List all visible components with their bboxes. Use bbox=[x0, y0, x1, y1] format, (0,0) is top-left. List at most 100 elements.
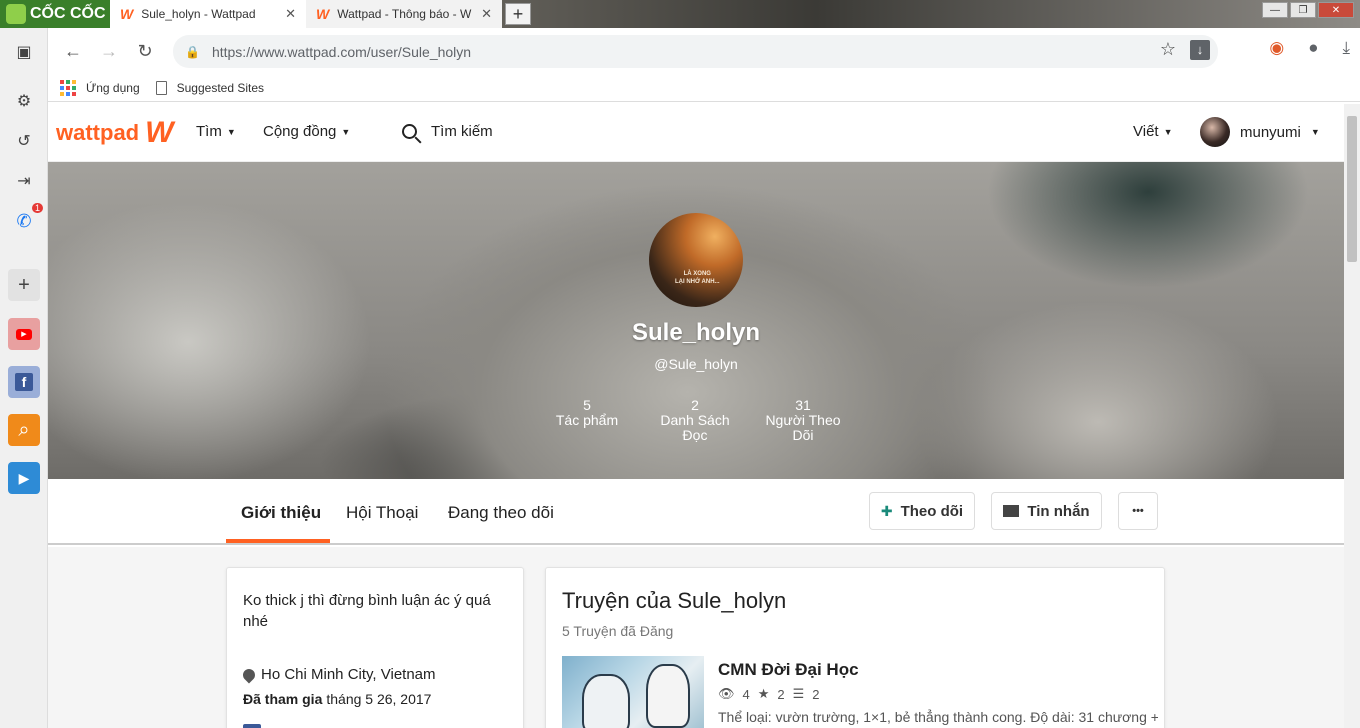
coccoc-search-icon[interactable]: ⌕ bbox=[8, 414, 40, 446]
joined-value: tháng 5 26, 2017 bbox=[326, 691, 432, 707]
about-card: Ko thick j thì đừng bình luận ác ý quá n… bbox=[226, 567, 524, 728]
history-icon[interactable]: ↺ bbox=[8, 125, 40, 157]
facebook-icon[interactable] bbox=[243, 724, 261, 728]
messenger-badge: 1 bbox=[31, 203, 43, 213]
stories-count: 5 Truyện đã Đăng bbox=[562, 623, 674, 639]
list-icon: ☰ bbox=[792, 686, 805, 701]
stat-works[interactable]: 5 Tác phẩm bbox=[537, 398, 637, 428]
restore-button[interactable]: ❐ bbox=[1290, 2, 1316, 18]
nav-community[interactable]: Cộng đồng ▼ bbox=[263, 123, 350, 140]
minimize-button[interactable]: — bbox=[1262, 2, 1288, 18]
reads-icon: 👁 bbox=[718, 686, 735, 701]
save-page-icon[interactable]: ↓ bbox=[1190, 39, 1210, 60]
bookmark-apps[interactable]: Ứng dụng bbox=[86, 81, 140, 95]
profile-avatar[interactable]: LÀ XONG LẠI NHỚ ANH... bbox=[649, 213, 743, 307]
location-text: Ho Chi Minh City, Vietnam bbox=[261, 666, 436, 683]
stat-value: 31 bbox=[795, 397, 811, 413]
chevron-down-icon: ▼ bbox=[226, 126, 236, 137]
forward-icon[interactable]: → bbox=[93, 35, 125, 67]
media-player-icon[interactable]: ▶ bbox=[8, 462, 40, 494]
stat-label: Danh Sách Đọc bbox=[660, 412, 730, 443]
tab-conversations[interactable]: Hội Thoại bbox=[346, 503, 418, 523]
tab-thong-bao[interactable]: W Wattpad - Thông báo - W ✕ bbox=[306, 0, 502, 28]
coccoc-extension-icon[interactable]: ◉ bbox=[1269, 38, 1284, 58]
username-label: munyumi bbox=[1240, 123, 1301, 141]
story-description: Thể loại: vườn trường, 1×1, bẻ thẳng thà… bbox=[718, 709, 1158, 725]
chevron-down-icon: ▼ bbox=[341, 126, 351, 137]
nav-search[interactable]: Tìm kiếm bbox=[402, 123, 493, 140]
back-icon[interactable]: ← bbox=[57, 35, 89, 67]
youtube-icon[interactable]: ▶ bbox=[8, 318, 40, 350]
location-pin-icon bbox=[240, 666, 258, 683]
browser-sidebar: ▣ ⚙ ↺ ⇥ ✆ 1 + ▶ f ⌕ ▶ bbox=[0, 28, 48, 728]
follow-button[interactable]: ✚ Theo dõi bbox=[869, 492, 975, 530]
bookmark-star-icon[interactable]: ☆ bbox=[1160, 39, 1176, 60]
stories-title: Truyện của Sule_holyn bbox=[562, 588, 787, 613]
bookmark-suggested-sites[interactable]: Suggested Sites bbox=[177, 81, 264, 95]
nav-browse-label: Tìm bbox=[196, 123, 222, 140]
address-toolbar: ← → ↻ 🔒 https://www.wattpad.com/user/Sul… bbox=[48, 28, 1360, 74]
page-scrollbar[interactable] bbox=[1344, 104, 1360, 728]
downloads-icon[interactable]: ⤓ bbox=[1342, 38, 1350, 58]
window-controls: — ❐ ✕ bbox=[1262, 2, 1354, 18]
follow-label: Theo dõi bbox=[900, 502, 964, 520]
apps-grid-icon bbox=[60, 79, 76, 96]
story-cover-image[interactable] bbox=[562, 656, 704, 728]
wattpad-w-icon: W bbox=[145, 116, 174, 149]
login-icon[interactable]: ⇥ bbox=[8, 165, 40, 197]
coccoc-logo[interactable]: CỐC CỐC bbox=[0, 0, 110, 28]
stat-value: 5 bbox=[583, 397, 591, 413]
facebook-icon[interactable]: f bbox=[8, 366, 40, 398]
address-bar[interactable]: 🔒 https://www.wattpad.com/user/Sule_holy… bbox=[173, 35, 1218, 68]
parts-count: 2 bbox=[812, 686, 820, 702]
profile-name: Sule_holyn bbox=[631, 319, 761, 346]
joined-date: Đã tham gia tháng 5 26, 2017 bbox=[243, 691, 431, 707]
user-menu[interactable]: munyumi ▼ bbox=[1200, 117, 1320, 147]
wattpad-header: wattpad W Tìm ▼ Cộng đồng ▼ Tìm kiếm Viết ▼… bbox=[48, 104, 1344, 162]
stat-reading-lists[interactable]: 2 Danh Sách Đọc bbox=[645, 398, 745, 443]
reload-icon[interactable]: ↻ bbox=[129, 35, 161, 67]
reads-count: 4 bbox=[742, 686, 750, 702]
bookmarks-bar: Ứng dụng Suggested Sites bbox=[48, 74, 1360, 102]
close-window-button[interactable]: ✕ bbox=[1318, 2, 1354, 18]
tab-strip: CỐC CỐC W Sule_holyn - Wattpad ✕ W Wattp… bbox=[0, 0, 1360, 28]
scrollbar-thumb[interactable] bbox=[1347, 116, 1357, 262]
tab-title: Sule_holyn - Wattpad bbox=[141, 7, 256, 21]
tab-close-icon[interactable]: ✕ bbox=[481, 6, 492, 22]
cover-figure bbox=[646, 664, 690, 728]
wattpad-favicon-icon: W bbox=[316, 6, 330, 22]
profile-content: Ko thick j thì đừng bình luận ác ý quá n… bbox=[48, 547, 1344, 728]
page-icon bbox=[155, 80, 167, 95]
omnibox-actions: ☆ ↓ bbox=[1160, 39, 1210, 60]
more-options-button[interactable]: ••• bbox=[1118, 492, 1158, 530]
tab-close-icon[interactable]: ✕ bbox=[285, 6, 296, 22]
settings-icon[interactable]: ⚙ bbox=[8, 85, 40, 117]
toolbar-right: ◉ ● ⤓ bbox=[1269, 38, 1350, 58]
new-tab-button[interactable]: + bbox=[505, 3, 531, 25]
tab-sule-holyn[interactable]: W Sule_holyn - Wattpad ✕ bbox=[110, 0, 306, 28]
stories-card: Truyện của Sule_holyn 5 Truyện đã Đăng C… bbox=[545, 567, 1165, 728]
story-title[interactable]: CMN Đời Đại Học bbox=[718, 660, 859, 680]
account-icon[interactable]: ● bbox=[1308, 38, 1318, 58]
stat-value: 2 bbox=[691, 397, 699, 413]
nav-browse[interactable]: Tìm ▼ bbox=[196, 123, 236, 140]
messenger-icon[interactable]: ✆ 1 bbox=[8, 203, 43, 237]
nav-write[interactable]: Viết ▼ bbox=[1133, 123, 1173, 140]
stat-followers[interactable]: 31 Người Theo Dõi bbox=[753, 398, 853, 443]
nav-community-label: Cộng đồng bbox=[263, 123, 337, 140]
sidebar-toggle-icon[interactable]: ▣ bbox=[8, 36, 40, 68]
joined-label: Đã tham gia bbox=[243, 691, 323, 707]
active-tab-indicator bbox=[226, 539, 330, 543]
message-button[interactable]: Tin nhắn bbox=[991, 492, 1102, 530]
chevron-down-icon: ▼ bbox=[1163, 126, 1173, 137]
message-label: Tin nhắn bbox=[1027, 502, 1090, 520]
add-sidebar-app-icon[interactable]: + bbox=[8, 269, 40, 301]
stat-label: Tác phẩm bbox=[555, 412, 619, 428]
tab-following[interactable]: Đang theo dõi bbox=[448, 503, 554, 523]
nav-write-label: Viết bbox=[1133, 123, 1159, 140]
tab-about[interactable]: Giới thiệu bbox=[241, 503, 321, 523]
browser-window: CỐC CỐC W Sule_holyn - Wattpad ✕ W Wattp… bbox=[0, 0, 1360, 728]
nav-search-label: Tìm kiếm bbox=[431, 123, 493, 140]
search-icon bbox=[402, 124, 417, 139]
wattpad-logo[interactable]: wattpad W bbox=[56, 118, 173, 148]
